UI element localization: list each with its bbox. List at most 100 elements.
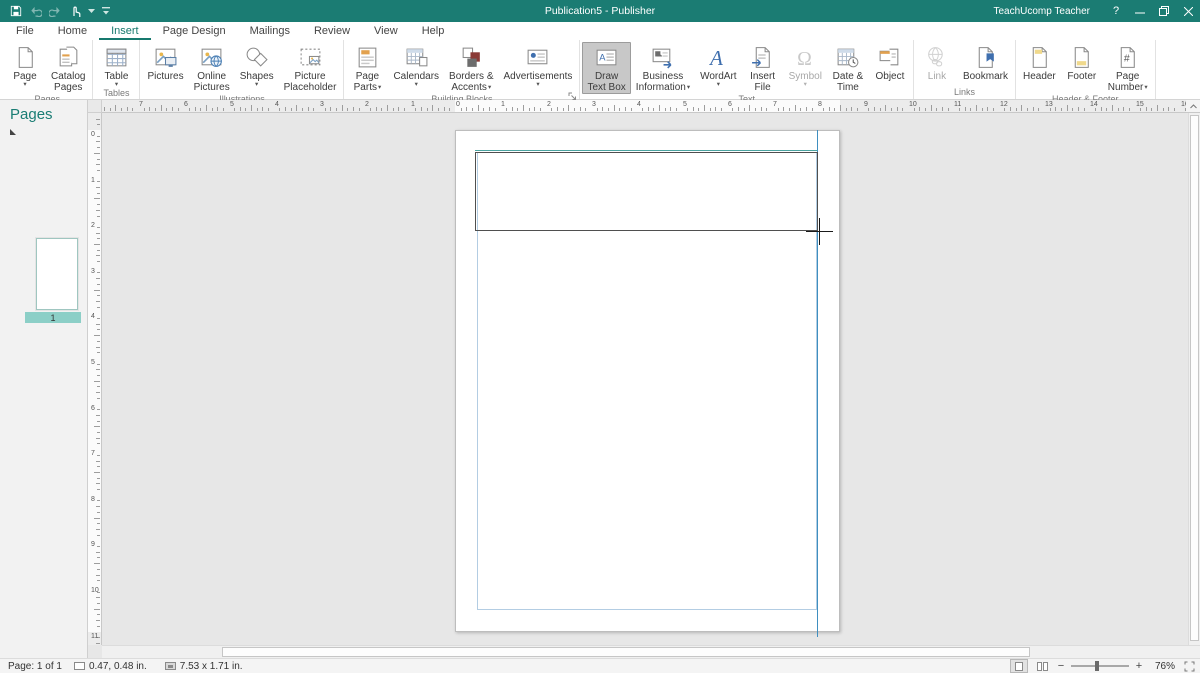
tab-page-design[interactable]: Page Design xyxy=(151,22,238,40)
business-information-button[interactable]: BusinessInformation▾ xyxy=(631,42,695,94)
zoom-percent[interactable]: 76% xyxy=(1149,661,1175,672)
building-blocks-dialog-launcher-icon[interactable] xyxy=(568,88,577,97)
svg-text:A: A xyxy=(599,53,606,63)
vertical-scrollbar-thumb[interactable] xyxy=(1190,115,1199,641)
object-button[interactable]: Object xyxy=(869,42,911,83)
horizontal-scrollbar[interactable] xyxy=(102,645,1200,658)
date-time-button[interactable]: Date &Time xyxy=(827,42,869,94)
page-indicator[interactable]: Page: 1 of 1 xyxy=(8,661,62,672)
page-number-button[interactable]: # PageNumber▾ xyxy=(1103,42,1153,94)
bookmark-button[interactable]: Bookmark xyxy=(958,42,1013,83)
horizontal-ruler[interactable]: 7654321012345678910111213141516 xyxy=(102,100,1186,113)
symbol-button[interactable]: Ω Symbol▾ xyxy=(784,42,827,88)
tab-home[interactable]: Home xyxy=(46,22,99,40)
ribbon: Page▾ CatalogPages Pages Table▾ Tables xyxy=(0,40,1200,100)
page-parts-button[interactable]: PageParts▾ xyxy=(346,42,388,94)
tab-review[interactable]: Review xyxy=(302,22,362,40)
footer-icon xyxy=(1069,45,1094,70)
page-icon xyxy=(13,45,38,70)
touch-mouse-mode-icon[interactable] xyxy=(69,5,81,18)
restore-icon[interactable] xyxy=(1152,0,1176,22)
pictures-icon xyxy=(153,45,178,70)
pages-panel-title: Pages xyxy=(0,100,87,123)
wordart-button[interactable]: A WordArt▾ xyxy=(695,42,742,88)
online-pictures-button[interactable]: OnlinePictures xyxy=(189,42,235,94)
advertisements-icon xyxy=(525,45,550,70)
page-button[interactable]: Page▾ xyxy=(4,42,46,88)
publisher-window: Publication5 - Publisher TeachUcomp Teac… xyxy=(0,0,1200,673)
ribbon-group-illustrations: Pictures OnlinePictures Shapes▾ PictureP… xyxy=(140,40,344,99)
zoom-slider-thumb[interactable] xyxy=(1095,661,1099,671)
collapse-panel-icon[interactable] xyxy=(10,129,16,135)
ribbon-group-header-footer: Header Footer # PageNumber▾ Header & Foo… xyxy=(1016,40,1156,99)
object-size-icon xyxy=(165,662,176,670)
table-button[interactable]: Table▾ xyxy=(95,42,137,88)
workspace: 01234567891011 xyxy=(88,113,1200,658)
ribbon-group-tables: Table▾ Tables xyxy=(93,40,140,99)
borders-accents-button[interactable]: Borders &Accents▾ xyxy=(444,42,498,94)
online-pictures-icon xyxy=(199,45,224,70)
pages-panel: Pages 1 xyxy=(0,100,88,658)
quick-access-toolbar xyxy=(0,5,110,18)
tab-file[interactable]: File xyxy=(4,22,46,40)
account-name[interactable]: TeachUcomp Teacher xyxy=(993,6,1090,17)
catalog-pages-button[interactable]: CatalogPages xyxy=(46,42,90,94)
status-bar: Page: 1 of 1 0.47, 0.48 in. 7.53 x 1.71 … xyxy=(0,658,1200,673)
minimize-icon[interactable] xyxy=(1128,0,1152,22)
zoom-in-icon[interactable]: + xyxy=(1134,660,1144,672)
shapes-icon xyxy=(244,45,269,70)
fit-to-window-icon[interactable] xyxy=(1183,661,1196,672)
dropdown-caret-icon: ▾ xyxy=(1144,84,1147,91)
tab-view[interactable]: View xyxy=(362,22,410,40)
horizontal-scrollbar-thumb[interactable] xyxy=(222,647,1030,657)
draw-text-box-button[interactable]: A DrawText Box xyxy=(582,42,630,94)
single-page-view-button[interactable] xyxy=(1010,659,1028,673)
calendars-button[interactable]: Calendars▾ xyxy=(388,42,444,88)
link-icon xyxy=(924,45,949,70)
object-size-indicator[interactable]: 7.53 x 1.71 in. xyxy=(159,661,249,672)
page-thumbnail[interactable] xyxy=(36,238,78,310)
save-icon[interactable] xyxy=(10,5,22,17)
customize-quick-access-icon[interactable] xyxy=(102,7,110,16)
picture-placeholder-button[interactable]: PicturePlaceholder xyxy=(279,42,342,94)
text-box-outline[interactable] xyxy=(475,152,818,231)
svg-text:#: # xyxy=(1124,54,1130,65)
touch-mode-dropdown-icon[interactable] xyxy=(88,9,95,14)
tab-mailings[interactable]: Mailings xyxy=(238,22,302,40)
object-position-indicator[interactable]: 0.47, 0.48 in. xyxy=(68,661,153,672)
advertisements-button[interactable]: Advertisements▾ xyxy=(499,42,578,88)
ribbon-group-links: Link Bookmark Links xyxy=(914,40,1016,99)
header-icon xyxy=(1027,45,1052,70)
two-page-spread-view-button[interactable] xyxy=(1033,659,1051,673)
zoom-slider[interactable] xyxy=(1071,660,1129,672)
footer-button[interactable]: Footer xyxy=(1061,42,1103,83)
close-icon[interactable] xyxy=(1176,0,1200,22)
ribbon-group-building-blocks: PageParts▾ Calendars▾ Borders &Accents▾ … xyxy=(344,40,580,99)
dropdown-caret-icon: ▾ xyxy=(415,82,418,87)
ribbon-group-pages: Page▾ CatalogPages Pages xyxy=(2,40,93,99)
tab-insert[interactable]: Insert xyxy=(99,22,151,40)
vertical-ruler[interactable]: 01234567891011 xyxy=(88,113,102,645)
page-thumbnail-label[interactable]: 1 xyxy=(25,312,81,323)
dropdown-caret-icon: ▾ xyxy=(804,82,807,87)
svg-text:Ω: Ω xyxy=(797,48,812,70)
insert-file-button[interactable]: InsertFile xyxy=(742,42,784,94)
link-button[interactable]: Link xyxy=(916,42,958,83)
shapes-button[interactable]: Shapes▾ xyxy=(235,42,279,88)
two-page-spread-icon xyxy=(1037,662,1048,671)
help-icon[interactable]: ? xyxy=(1104,0,1128,22)
dropdown-caret-icon: ▾ xyxy=(255,82,258,87)
catalog-pages-icon xyxy=(56,45,81,70)
tab-help[interactable]: Help xyxy=(410,22,457,40)
dropdown-caret-icon: ▾ xyxy=(378,84,381,91)
undo-icon[interactable] xyxy=(29,6,42,17)
titlebar: Publication5 - Publisher TeachUcomp Teac… xyxy=(0,0,1200,22)
pictures-button[interactable]: Pictures xyxy=(142,42,188,83)
business-information-icon xyxy=(650,45,675,70)
header-button[interactable]: Header xyxy=(1018,42,1061,83)
redo-icon[interactable] xyxy=(49,6,62,17)
vertical-scrollbar[interactable] xyxy=(1188,113,1200,645)
collapse-ribbon-icon[interactable] xyxy=(1186,100,1200,113)
zoom-out-icon[interactable]: − xyxy=(1056,660,1066,672)
publication-canvas[interactable] xyxy=(102,113,1188,645)
